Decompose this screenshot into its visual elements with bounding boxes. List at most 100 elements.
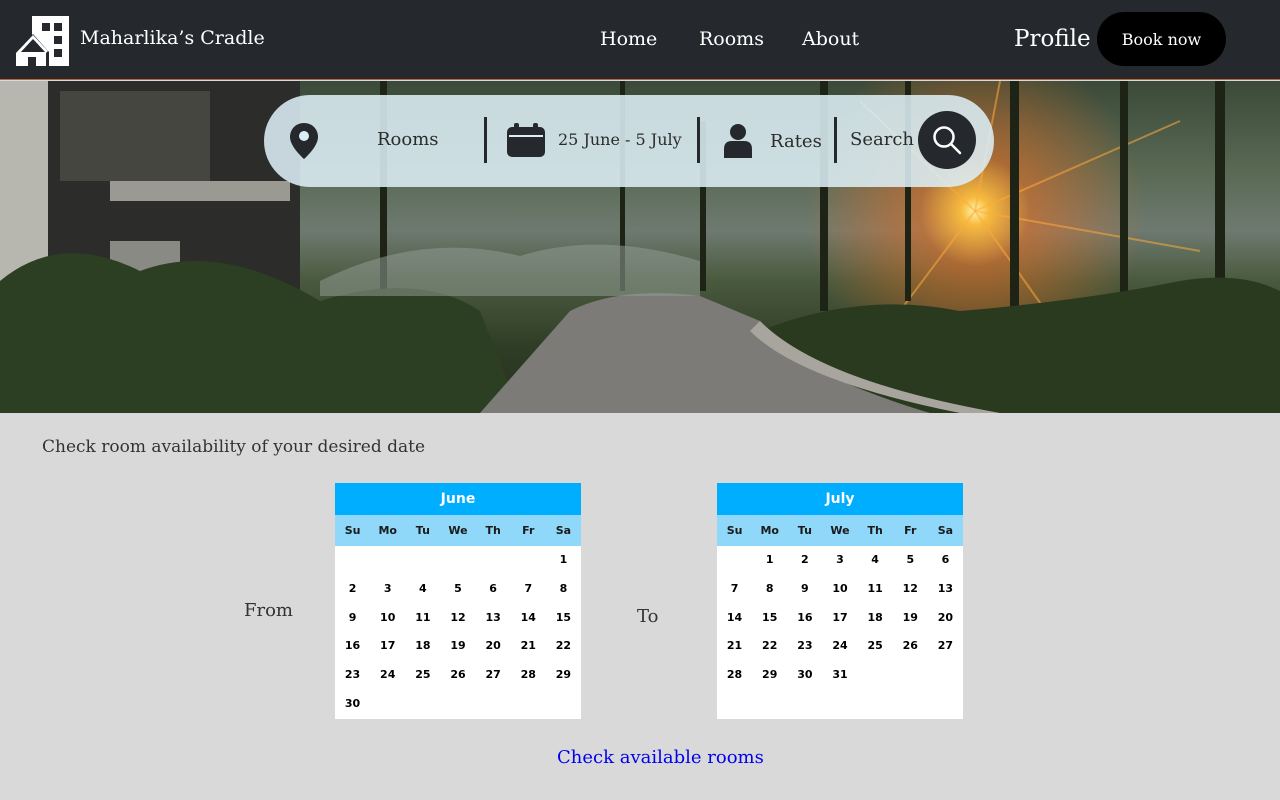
day-cell[interactable]: 9: [335, 604, 370, 633]
day-cell[interactable]: 26: [440, 661, 475, 690]
day-cell[interactable]: 23: [335, 661, 370, 690]
day-cell[interactable]: 30: [335, 690, 370, 719]
search-icon: [933, 126, 962, 155]
weekday-label: We: [830, 524, 850, 537]
day-cell[interactable]: 4: [405, 575, 440, 604]
day-cell[interactable]: 20: [928, 604, 963, 633]
day-cell[interactable]: 5: [440, 575, 475, 604]
location-pin-icon[interactable]: [290, 123, 318, 159]
day-cell[interactable]: 31: [822, 661, 857, 690]
weekday-label: We: [448, 524, 468, 537]
day-cell[interactable]: 25: [405, 661, 440, 690]
day-cell[interactable]: 18: [405, 632, 440, 661]
weekday-label: Th: [485, 524, 501, 537]
day-cell[interactable]: 4: [858, 546, 893, 575]
day-cell[interactable]: 9: [787, 575, 822, 604]
day-cell[interactable]: 13: [476, 604, 511, 633]
day-cell[interactable]: 12: [893, 575, 928, 604]
day-cell[interactable]: 1: [546, 546, 581, 575]
day-cell[interactable]: 25: [858, 632, 893, 661]
weekday-label: Su: [726, 524, 743, 537]
day-cell[interactable]: 7: [717, 575, 752, 604]
weekday-label: Mo: [378, 524, 397, 537]
day-cell[interactable]: 21: [511, 632, 546, 661]
day-cell[interactable]: 16: [335, 632, 370, 661]
day-cell[interactable]: 10: [370, 604, 405, 633]
day-cell[interactable]: 13: [928, 575, 963, 604]
day-cell[interactable]: 2: [787, 546, 822, 575]
day-cell[interactable]: 28: [717, 661, 752, 690]
day-cell[interactable]: 15: [546, 604, 581, 633]
day-cell[interactable]: 16: [787, 604, 822, 633]
day-cell[interactable]: 29: [546, 661, 581, 690]
house-logo-icon[interactable]: [16, 16, 69, 66]
empty-day-cell: [405, 546, 440, 575]
to-calendar: July Su Mo Tu We Th Fr Sa 1 2 3 4 5 6 7 8 9 10 11 12 13 14 1…: [717, 483, 963, 719]
weekday-label: Tu: [797, 524, 812, 537]
calendar-month-title: July: [717, 483, 963, 515]
day-cell[interactable]: 11: [405, 604, 440, 633]
profile-link[interactable]: Profile: [1014, 26, 1091, 52]
person-icon[interactable]: [724, 123, 752, 158]
day-cell[interactable]: 14: [511, 604, 546, 633]
day-cell[interactable]: 8: [546, 575, 581, 604]
nav-about-link[interactable]: About: [802, 28, 859, 50]
nav-rooms-link[interactable]: Rooms: [699, 28, 764, 50]
day-cell[interactable]: 10: [822, 575, 857, 604]
day-cell[interactable]: 3: [370, 575, 405, 604]
search-button[interactable]: [918, 111, 976, 169]
empty-day-cell: [335, 546, 370, 575]
day-cell[interactable]: 11: [858, 575, 893, 604]
day-cell[interactable]: 14: [717, 604, 752, 633]
nav-home-link[interactable]: Home: [600, 28, 657, 50]
day-cell[interactable]: 6: [928, 546, 963, 575]
day-cell[interactable]: 7: [511, 575, 546, 604]
search-label[interactable]: Search: [850, 129, 914, 150]
day-cell[interactable]: 15: [752, 604, 787, 633]
day-cell[interactable]: 17: [822, 604, 857, 633]
weekday-label: Fr: [522, 524, 535, 537]
rooms-selector[interactable]: Rooms: [377, 129, 439, 150]
day-cell[interactable]: 21: [717, 632, 752, 661]
empty-day-cell: [476, 546, 511, 575]
calendar-icon[interactable]: [507, 123, 545, 157]
weekday-label: Su: [344, 524, 361, 537]
calendar-day-grid: 1 2 3 4 5 6 7 8 9 10 11 12 13 14 15 16 17 18 19 20 21 22 23 24 2…: [335, 546, 581, 719]
day-cell[interactable]: 27: [476, 661, 511, 690]
day-cell[interactable]: 1: [752, 546, 787, 575]
day-cell[interactable]: 5: [893, 546, 928, 575]
date-range-selector[interactable]: 25 June - 5 July: [558, 130, 682, 149]
day-cell[interactable]: 24: [370, 661, 405, 690]
day-cell[interactable]: 18: [858, 604, 893, 633]
weekday-label: Sa: [555, 524, 572, 537]
check-available-rooms-link[interactable]: Check available rooms: [557, 747, 764, 768]
day-cell[interactable]: 22: [752, 632, 787, 661]
day-cell[interactable]: 30: [787, 661, 822, 690]
day-cell[interactable]: 19: [893, 604, 928, 633]
calendar-weekday-row: Su Mo Tu We Th Fr Sa: [335, 515, 581, 546]
calendar-month-title: June: [335, 483, 581, 515]
day-cell[interactable]: 22: [546, 632, 581, 661]
day-cell[interactable]: 12: [440, 604, 475, 633]
day-cell[interactable]: 24: [822, 632, 857, 661]
day-cell[interactable]: 28: [511, 661, 546, 690]
day-cell[interactable]: 6: [476, 575, 511, 604]
day-cell[interactable]: 19: [440, 632, 475, 661]
day-cell[interactable]: 3: [822, 546, 857, 575]
from-calendar: June Su Mo Tu We Th Fr Sa 1 2 3 4 5 6 7 8 9 10 11 12 13 14 1…: [335, 483, 581, 719]
day-cell[interactable]: 23: [787, 632, 822, 661]
brand-name[interactable]: Maharlika’s Cradle: [80, 27, 265, 49]
weekday-label: Mo: [760, 524, 779, 537]
day-cell[interactable]: 8: [752, 575, 787, 604]
rates-selector[interactable]: Rates: [770, 131, 822, 152]
book-now-button[interactable]: Book now: [1097, 12, 1226, 66]
day-cell[interactable]: 20: [476, 632, 511, 661]
top-navbar: Maharlika’s Cradle Home Rooms About Prof…: [0, 0, 1280, 80]
day-cell[interactable]: 26: [893, 632, 928, 661]
calendar-day-grid: 1 2 3 4 5 6 7 8 9 10 11 12 13 14 15 16 17 18 19 20 21 22 23 24 2…: [717, 546, 963, 690]
day-cell[interactable]: 2: [335, 575, 370, 604]
day-cell[interactable]: 27: [928, 632, 963, 661]
day-cell[interactable]: 17: [370, 632, 405, 661]
empty-day-cell: [440, 546, 475, 575]
day-cell[interactable]: 29: [752, 661, 787, 690]
